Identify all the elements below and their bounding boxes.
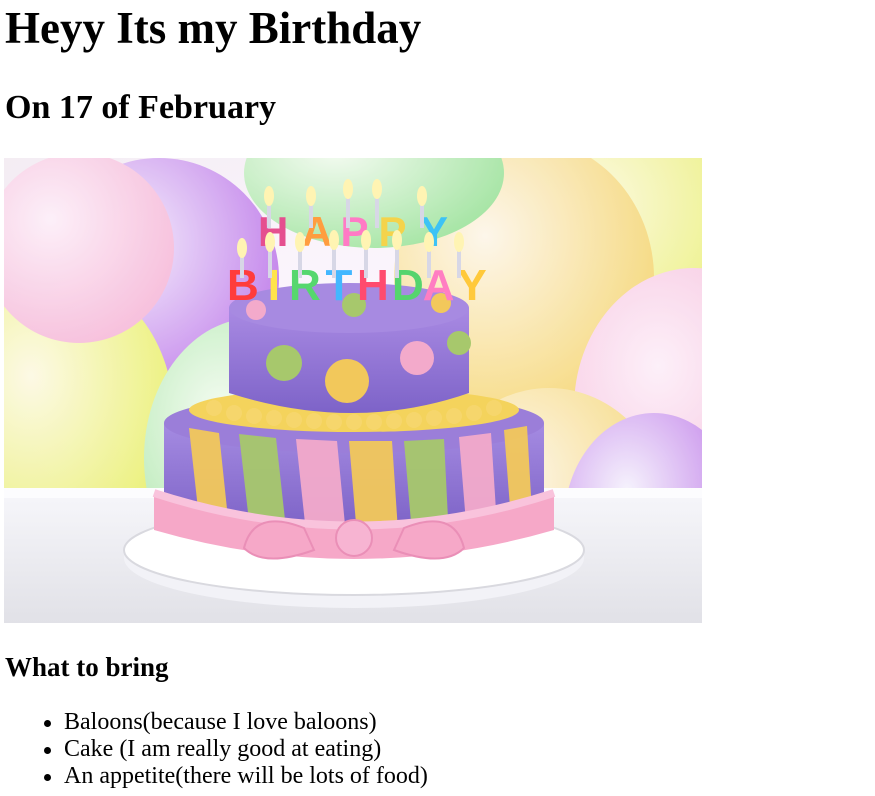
page-title: Heyy Its my Birthday [5,3,422,53]
list-item: Baloons(because I love baloons) [40,709,428,736]
happy-candles: H A P P Y [258,208,448,255]
list-item: An appetite(there will be lots of food) [40,763,428,790]
page-subtitle: On 17 of February [5,89,277,126]
birthday-cake-image: H A P P Y B I R T H D A Y [4,158,702,623]
bring-list: Baloons(because I love baloons) Cake (I … [0,709,428,790]
list-item: Cake (I am really good at eating) [40,736,428,763]
section-heading: What to bring [5,652,169,682]
birthday-candles: B I R T H D A Y [227,261,487,310]
